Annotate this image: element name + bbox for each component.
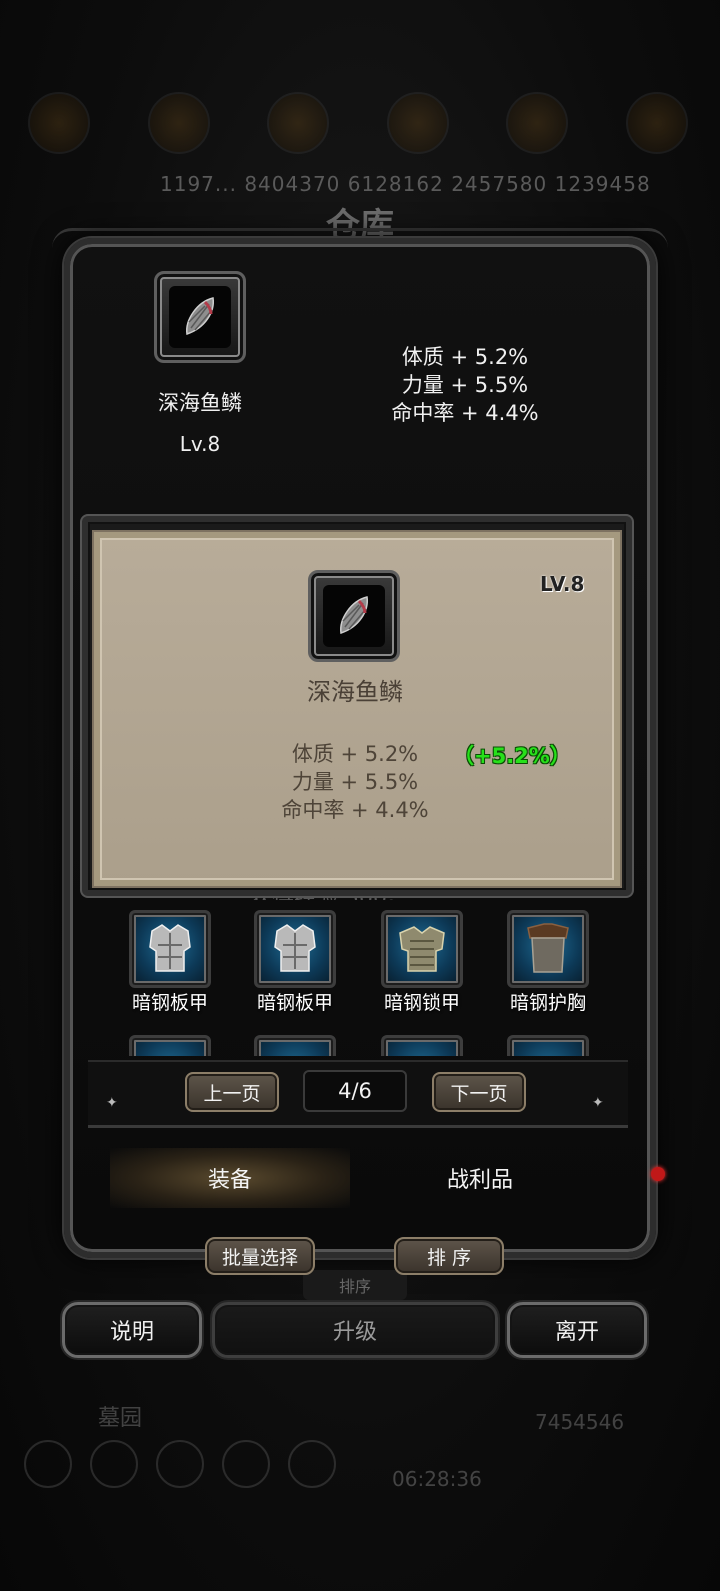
tooltip-bonus: （+5.2%）: [453, 744, 571, 768]
item-cell[interactable]: [235, 1035, 355, 1056]
item-slot: [254, 1035, 336, 1056]
item-cell[interactable]: [488, 1035, 608, 1056]
item-cell[interactable]: 暗钢板甲: [110, 910, 230, 1015]
background-ring-icon: [288, 1440, 336, 1488]
item-label: 暗钢板甲: [131, 992, 208, 1014]
tooltip-item-slot: [308, 570, 400, 662]
tab-loot[interactable]: 战利品: [360, 1148, 600, 1208]
stat-line: 体质 + 5.2%: [401, 345, 529, 369]
item-slot: [254, 910, 336, 988]
category-tabs: 装备 战利品: [110, 1148, 610, 1208]
background-stats-line: 1197... 8404370 6128162 2457580 1239458: [160, 172, 651, 196]
background-timer: 06:28:36: [392, 1467, 482, 1491]
background-ring-icon: [222, 1440, 270, 1488]
notification-dot: [651, 1167, 665, 1181]
background-section-label: 墓园: [98, 1406, 143, 1431]
item-cell[interactable]: [362, 1035, 482, 1056]
plate-armor-icon: [149, 924, 191, 972]
stat-line: 命中率 + 4.4%: [391, 401, 539, 425]
next-page-button[interactable]: 下一页: [432, 1072, 526, 1112]
resource-icon: [267, 92, 330, 154]
sparkle-icon: ✦: [106, 1095, 118, 1111]
resource-icon: [386, 92, 449, 154]
fish-scale-icon: [186, 297, 214, 335]
background-sort-label: 排序: [303, 1270, 407, 1300]
help-button[interactable]: 说明: [62, 1302, 202, 1358]
item-cell[interactable]: 暗钢护胸: [488, 910, 608, 1015]
background-resource-icons: [28, 92, 688, 162]
sort-button[interactable]: 排 序: [394, 1237, 504, 1275]
item-grid: 暗钢板甲 暗钢板甲 暗钢锁甲 暗钢护胸: [110, 910, 610, 1056]
stat-line: 命中率 + 4.4%: [281, 798, 429, 822]
selected-item-slot[interactable]: [154, 271, 246, 363]
item-label: 暗钢板甲: [256, 992, 333, 1014]
background-ring-icon: [90, 1440, 138, 1488]
item-slot: [507, 910, 589, 988]
item-slot: [507, 1035, 589, 1056]
stat-line: 力量 + 5.5%: [291, 770, 419, 794]
item-slot: [129, 1035, 211, 1056]
item-slot: [129, 910, 211, 988]
resource-icon: [147, 92, 210, 154]
sparkle-icon: ✦: [592, 1095, 604, 1111]
item-slot: [381, 1035, 463, 1056]
selected-item-stats: 体质 + 5.2% 力量 + 5.5% 命中率 + 4.4%: [370, 343, 560, 427]
background-ring-icon: [24, 1440, 72, 1488]
tooltip-level: LV.8: [540, 572, 585, 596]
resource-icon: [506, 92, 569, 154]
item-slot: [381, 910, 463, 988]
prev-page-button[interactable]: 上一页: [185, 1072, 279, 1112]
chain-mail-icon: [399, 926, 445, 972]
selected-item-name: 深海鱼鳞: [158, 391, 242, 415]
breastplate-icon: [527, 923, 569, 973]
upgrade-button[interactable]: 升级: [212, 1302, 498, 1358]
background-gold: 7454546: [535, 1410, 625, 1434]
item-label: 暗钢护胸: [509, 992, 586, 1014]
page-indicator: 4/6: [303, 1070, 407, 1112]
selected-item-level: Lv.8: [179, 432, 221, 456]
background-bottom-bar: 墓园 7454546 06:28:36: [0, 1395, 720, 1515]
resource-icon: [625, 92, 688, 154]
item-label: 暗钢锁甲: [383, 992, 460, 1014]
stat-line: 力量 + 5.5%: [401, 373, 529, 397]
leave-button[interactable]: 离开: [507, 1302, 647, 1358]
batch-select-button[interactable]: 批量选择: [205, 1237, 315, 1275]
tooltip-item-name: 深海鱼鳞: [307, 678, 403, 706]
background-ring-icon: [156, 1440, 204, 1488]
plate-armor-icon: [274, 924, 316, 972]
stat-line: 体质 + 5.2%: [291, 742, 419, 766]
item-cell[interactable]: 暗钢板甲: [235, 910, 355, 1015]
fish-scale-icon: [340, 596, 368, 634]
resource-icon: [28, 92, 90, 154]
tooltip-stats: 体质 + 5.2% 力量 + 5.5% 命中率 + 4.4%: [270, 740, 440, 824]
item-cell[interactable]: 暗钢锁甲: [362, 910, 482, 1015]
item-cell[interactable]: [110, 1035, 230, 1056]
tab-equipment[interactable]: 装备: [110, 1148, 350, 1208]
